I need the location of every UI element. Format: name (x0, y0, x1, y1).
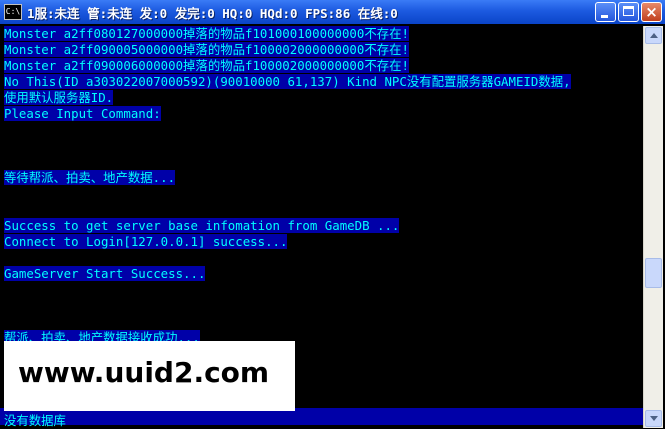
console-app-icon[interactable]: C:\ (4, 4, 22, 20)
console-line: Success to get server base infomation fr… (4, 218, 400, 234)
close-button[interactable]: × (641, 2, 662, 22)
title-bar[interactable]: C:\ 1服:未连 管:未连 发:0 发完:0 HQ:0 HQd:0 FPS:8… (0, 0, 665, 24)
watermark-logo: www.uuid2.com (4, 341, 295, 411)
console-line: GameServer Start Success... (4, 266, 206, 282)
close-icon: × (645, 3, 658, 21)
console-line-text: Success to get server base infomation fr… (4, 218, 400, 233)
console-line: Connect to Login[127.0.0.1] success... (4, 234, 288, 250)
console-line-text: Monster a2ff080127000000掉落的物品f1010001000… (4, 26, 409, 41)
vertical-scrollbar[interactable] (643, 26, 663, 428)
console-line-text: GameServer Start Success... (4, 266, 206, 281)
console-line: Monster a2ff080127000000掉落的物品f1010001000… (4, 26, 409, 42)
watermark-text: www.uuid2.com (18, 356, 270, 389)
console-line: Monster a2ff090006000000掉落的物品f1000020000… (4, 58, 409, 74)
window-title: 1服:未连 管:未连 发:0 发完:0 HQ:0 HQd:0 FPS:86 在线… (27, 5, 398, 21)
arrow-up-icon (650, 33, 658, 38)
console-window: C:\ 1服:未连 管:未连 发:0 发完:0 HQ:0 HQd:0 FPS:8… (0, 0, 665, 429)
console-line: No This(ID a303022007000592)(90010000 61… (4, 74, 571, 90)
console-line-text: No This(ID a303022007000592)(90010000 61… (4, 74, 571, 89)
arrow-down-icon (650, 416, 658, 421)
console-line-text: Connect to Login[127.0.0.1] success... (4, 234, 288, 249)
scroll-down-button[interactable] (645, 410, 662, 427)
console-line: Please Input Command: (4, 106, 161, 122)
console-line-text: 等待帮派、拍卖、地产数据... (4, 170, 176, 185)
console-line-text: Monster a2ff090005000000掉落的物品f1000020000… (4, 42, 409, 57)
minimize-button[interactable] (595, 2, 616, 22)
minimize-icon (601, 15, 608, 18)
console-line: Monster a2ff090005000000掉落的物品f1000020000… (4, 42, 409, 58)
maximize-button[interactable] (618, 2, 639, 22)
console-line-text: Monster a2ff090006000000掉落的物品f1000020000… (4, 58, 409, 73)
scroll-up-button[interactable] (645, 27, 662, 44)
console-bottom-line: 没有数据库 (4, 413, 66, 428)
console-line: 使用默认服务器ID. (4, 90, 114, 106)
console-line-text: 使用默认服务器ID. (4, 90, 114, 105)
console-line-text: Please Input Command: (4, 106, 161, 121)
scroll-thumb[interactable] (645, 258, 662, 288)
console-line: 等待帮派、拍卖、地产数据... (4, 170, 176, 186)
window-controls: × (595, 2, 662, 22)
maximize-icon (623, 6, 634, 16)
